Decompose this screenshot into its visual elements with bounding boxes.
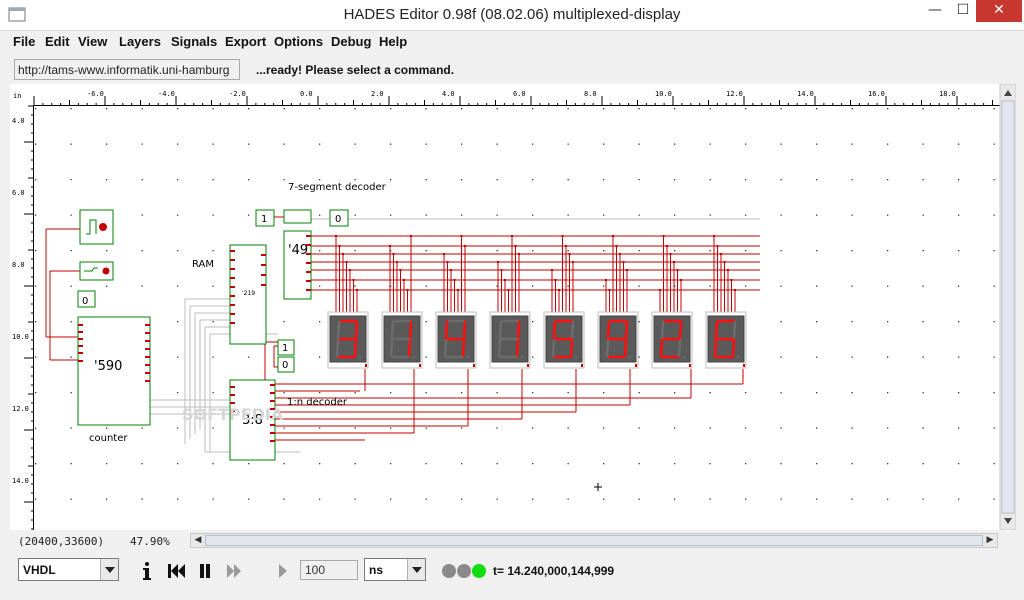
seven-segment-display[interactable]	[327, 311, 369, 369]
counter-label: counter	[89, 433, 128, 444]
menu-bar: File Edit View Layers Signals Export Opt…	[0, 31, 1024, 53]
fast-forward-icon[interactable]	[224, 560, 246, 582]
status-led-icon	[442, 564, 456, 578]
status-message: ...ready! Please select a command.	[256, 63, 455, 77]
chevron-down-icon[interactable]	[407, 559, 425, 580]
reset-led-icon	[102, 267, 110, 275]
vertical-ruler: 4.0 6.0 8.0 10.0 12.0 14.0	[10, 105, 34, 530]
step-forward-icon[interactable]	[272, 560, 294, 582]
chevron-down-icon[interactable]	[100, 559, 118, 580]
ruler-x-label: 8.0	[584, 90, 597, 98]
menu-help[interactable]: Help	[379, 34, 407, 49]
close-button[interactable]: ✕	[976, 0, 1022, 22]
ruler-unit: in	[13, 92, 21, 100]
one-n-decoder-label: 1:n decoder	[287, 397, 348, 408]
ruler-x-label: 18.0	[939, 90, 956, 98]
ruler-y-label: 10.0	[12, 333, 29, 341]
status-led-icon	[457, 564, 471, 578]
seven-segment-display[interactable]	[651, 311, 693, 369]
ruler-x-label: 6.0	[513, 90, 526, 98]
constant-value: 1	[261, 214, 267, 225]
ruler-y-label: 12.0	[12, 405, 29, 413]
ruler-x-label: 2.0	[371, 90, 384, 98]
menu-file[interactable]: File	[13, 34, 35, 49]
menu-debug[interactable]: Debug	[331, 34, 371, 49]
decoder-input-stub[interactable]	[283, 209, 312, 224]
menu-edit[interactable]: Edit	[45, 34, 70, 49]
schematic-canvas[interactable]: in -6.0 -4.0 -2.0 0.0 2.0 4.0 6.0 8.0 10…	[10, 83, 1017, 531]
horizontal-scroll-thumb[interactable]	[205, 535, 983, 546]
ruler-x-label: 0.0	[300, 90, 313, 98]
ruler-x-label: 4.0	[442, 90, 455, 98]
language-select-value: VHDL	[23, 563, 56, 577]
menu-view[interactable]: View	[78, 34, 107, 49]
scroll-right-arrow-icon[interactable]: ▶	[983, 534, 997, 547]
language-select[interactable]: VHDL	[18, 558, 119, 581]
cursor-coordinates: (20400,33600)	[18, 535, 105, 548]
constant-value: 0	[82, 296, 88, 307]
zoom-level: 47.90%	[130, 535, 170, 548]
toolbar: http://tams-www.informatik.uni-hamburg .…	[0, 55, 1024, 83]
menu-export[interactable]: Export	[225, 34, 266, 49]
ram-label: RAM	[192, 259, 214, 270]
ruler-y-label: 8.0	[12, 261, 25, 269]
ruler-x-label: -4.0	[158, 90, 175, 98]
ruler-y-label: 6.0	[12, 189, 25, 197]
vertical-scrollbar[interactable]	[999, 83, 1017, 531]
horizontal-scrollbar[interactable]: ◀ ▶	[190, 533, 998, 548]
window-title: HADES Editor 0.98f (08.02.06) multiplexe…	[343, 6, 681, 23]
seven-segment-display[interactable]	[543, 311, 585, 369]
seven-segment-decoder-label: 7-segment decoder	[288, 182, 387, 193]
minimize-button[interactable]: —	[920, 0, 950, 22]
simulation-control-bar: VHDL 100 ns t= 14.240,000,144,999	[0, 552, 1024, 600]
status-led-icon	[472, 564, 486, 578]
status-line: (20400,33600) 47.90% ◀ ▶	[0, 532, 1024, 550]
clock-led-icon	[99, 223, 107, 231]
schematic-editor[interactable]: in -6.0 -4.0 -2.0 0.0 2.0 4.0 6.0 8.0 10…	[10, 83, 1017, 531]
watermark-text: SOFTPEDIA	[182, 405, 284, 424]
info-icon[interactable]	[136, 560, 158, 582]
constant-value: 1	[282, 343, 288, 354]
time-unit-select[interactable]: ns	[364, 558, 426, 581]
seven-seg-decoder-49[interactable]	[283, 230, 312, 300]
horizontal-ruler: in -6.0 -4.0 -2.0 0.0 2.0 4.0 6.0 8.0 10…	[10, 84, 1000, 106]
ruler-x-label: -2.0	[229, 90, 246, 98]
seven-segment-display[interactable]	[435, 311, 477, 369]
ruler-x-label: 14.0	[797, 90, 814, 98]
seven-segment-display[interactable]	[381, 311, 423, 369]
chip-590-label: '590	[94, 359, 122, 374]
url-field[interactable]: http://tams-www.informatik.uni-hamburg	[14, 59, 240, 80]
ruler-x-label: 16.0	[868, 90, 885, 98]
ruler-x-label: -6.0	[87, 90, 104, 98]
constant-value: 0	[282, 360, 288, 371]
scroll-left-arrow-icon[interactable]: ◀	[191, 534, 205, 547]
ruler-x-label: 10.0	[655, 90, 672, 98]
step-value-input[interactable]: 100	[300, 560, 358, 580]
title-bar: HADES Editor 0.98f (08.02.06) multiplexe…	[0, 0, 1024, 31]
ruler-y-label: 14.0	[12, 477, 29, 485]
seven-segment-display[interactable]	[705, 311, 747, 369]
maximize-button[interactable]: ☐	[950, 0, 976, 22]
ruler-x-label: 12.0	[726, 90, 743, 98]
constant-value: 0	[335, 214, 341, 225]
menu-signals[interactable]: Signals	[171, 34, 217, 49]
chip-219-label: '219	[242, 290, 255, 297]
menu-options[interactable]: Options	[274, 34, 323, 49]
pause-icon[interactable]	[194, 560, 216, 582]
time-unit-value: ns	[369, 563, 384, 577]
rewind-icon[interactable]	[166, 560, 188, 582]
ruler-y-label: 4.0	[12, 117, 25, 125]
seven-segment-display[interactable]	[489, 311, 531, 369]
simulation-time: t= 14.240,000,144,999	[493, 564, 615, 578]
chip-49-label: '49	[288, 243, 308, 258]
seven-segment-display[interactable]	[597, 311, 639, 369]
menu-layers[interactable]: Layers	[119, 34, 161, 49]
